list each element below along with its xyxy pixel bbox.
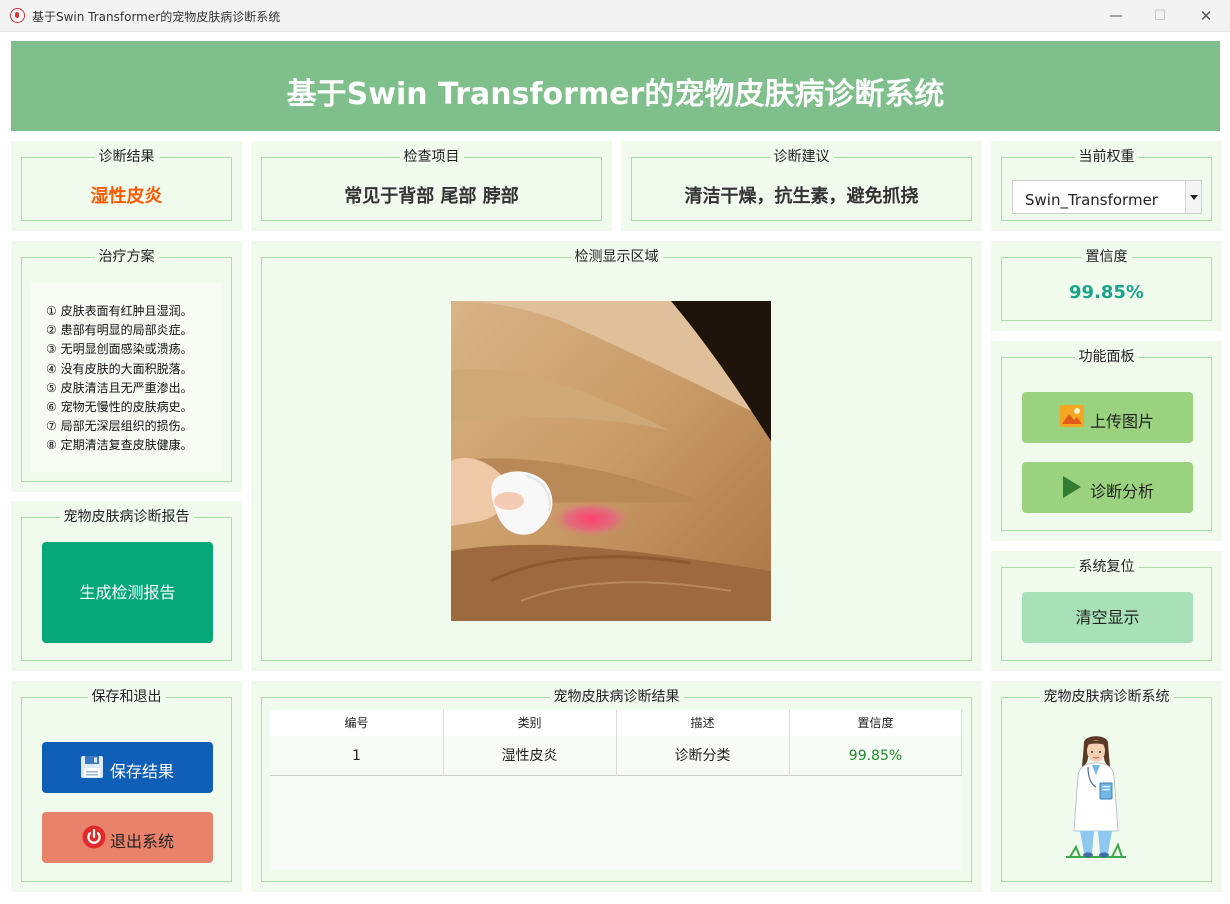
detect-title: 检测显示区域	[570, 249, 663, 265]
row-description-cell: 诊断分类	[674, 748, 731, 764]
mascot-title: 宠物皮肤病诊断系统	[1039, 689, 1174, 705]
treatment-item: ⑤ 皮肤清洁且无严重渗出。	[46, 380, 193, 395]
results-table[interactable]: 编号 类别 描述 置信度 1 湿性皮炎 诊断分类 99.85%	[270, 710, 962, 870]
treatment-item: ⑥ 宠物无慢性的皮肤病史。	[46, 400, 193, 415]
confidence-group: 置信度 99.85%	[1001, 249, 1212, 321]
floppy-disk-icon	[81, 756, 103, 778]
column-divider	[616, 710, 617, 776]
treatment-group: 治疗方案 ① 皮肤表面有红肿且湿润。 ② 患部有明显的局部炎症。 ③ 无明显创面…	[21, 249, 232, 482]
treatment-title: 治疗方案	[94, 249, 159, 265]
result-group: 诊断结果 湿性皮炎	[21, 149, 232, 221]
diagnose-analyze-button[interactable]: 诊断分析	[1022, 462, 1193, 513]
column-header-confidence[interactable]: 置信度	[789, 710, 962, 736]
treatment-list: ① 皮肤表面有红肿且湿润。 ② 患部有明显的局部炎症。 ③ 无明显创面感染或溃疡…	[31, 282, 221, 456]
result-title: 诊断结果	[94, 149, 159, 165]
save-exit-title: 保存和退出	[87, 689, 166, 705]
functions-title: 功能面板	[1074, 349, 1139, 365]
pet-skin-image	[451, 301, 771, 621]
chevron-down-icon[interactable]	[1185, 181, 1201, 213]
reset-panel: 系统复位 清空显示	[991, 551, 1222, 671]
upload-image-button[interactable]: 上传图片	[1022, 392, 1193, 443]
results-table-title: 宠物皮肤病诊断结果	[549, 689, 684, 705]
weights-selected-value: Swin_Transformer	[1025, 191, 1158, 209]
check-group: 检查项目 常见于背部 尾部 脖部	[261, 149, 602, 221]
advice-title: 诊断建议	[769, 149, 834, 165]
advice-panel: 诊断建议 清洁干燥，抗生素，避免抓挠	[621, 141, 982, 231]
save-result-label: 保存结果	[110, 762, 175, 781]
exit-system-button[interactable]: 退出系统	[42, 812, 213, 863]
app-icon	[10, 8, 25, 23]
treatment-panel: 治疗方案 ① 皮肤表面有红肿且湿润。 ② 患部有明显的局部炎症。 ③ 无明显创面…	[11, 241, 242, 492]
page-title: 基于Swin Transformer的宠物皮肤病诊断系统	[286, 77, 945, 112]
confidence-title: 置信度	[1081, 249, 1132, 265]
weights-group: 当前权重 Swin_Transformer	[1001, 149, 1212, 221]
result-panel: 诊断结果 湿性皮炎	[11, 141, 242, 231]
save-exit-panel: 保存和退出 保存结果 退出系统	[11, 681, 242, 892]
column-divider	[789, 710, 790, 776]
column-divider	[443, 710, 444, 776]
advice-group: 诊断建议 清洁干燥，抗生素，避免抓挠	[631, 149, 972, 221]
advice-value: 清洁干燥，抗生素，避免抓挠	[684, 186, 919, 207]
window-titlebar: 基于Swin Transformer的宠物皮肤病诊断系统 — ☐ ✕	[0, 0, 1230, 32]
report-group: 宠物皮肤病诊断报告 生成检测报告	[21, 509, 232, 661]
play-icon	[1063, 476, 1081, 498]
row-confidence-cell: 99.85%	[848, 748, 903, 764]
row-category-cell: 湿性皮炎	[501, 748, 558, 764]
treatment-item: ④ 没有皮肤的大面积脱落。	[46, 361, 193, 376]
weights-select[interactable]: Swin_Transformer	[1012, 180, 1202, 214]
functions-panel: 功能面板 上传图片 诊断分析	[991, 341, 1222, 541]
report-panel: 宠物皮肤病诊断报告 生成检测报告	[11, 501, 242, 671]
power-icon	[82, 825, 106, 849]
reset-title: 系统复位	[1074, 559, 1139, 575]
functions-group: 功能面板 上传图片 诊断分析	[1001, 349, 1212, 531]
treatment-item: ① 皮肤表面有红肿且湿润。	[46, 304, 193, 318]
weights-panel: 当前权重 Swin_Transformer	[991, 141, 1222, 231]
clear-display-button[interactable]: 清空显示	[1022, 592, 1193, 643]
image-icon	[1060, 405, 1084, 427]
check-title: 检查项目	[399, 149, 464, 165]
row-id-cell: 1	[352, 748, 361, 764]
generate-report-button[interactable]: 生成检测报告	[42, 542, 213, 643]
report-title: 宠物皮肤病诊断报告	[59, 509, 194, 525]
column-header-category[interactable]: 类别	[443, 710, 616, 736]
treatment-item: ② 患部有明显的局部炎症。	[46, 323, 193, 338]
treatment-text-box: ① 皮肤表面有红肿且湿润。 ② 患部有明显的局部炎症。 ③ 无明显创面感染或溃疡…	[31, 282, 221, 472]
column-divider	[961, 710, 962, 776]
confidence-panel: 置信度 99.85%	[991, 241, 1222, 331]
column-header-id[interactable]: 编号	[270, 710, 443, 736]
confidence-value: 99.85%	[1069, 282, 1144, 303]
save-exit-group: 保存和退出 保存结果 退出系统	[21, 689, 232, 882]
maximize-button[interactable]: ☐	[1140, 4, 1180, 28]
result-value: 湿性皮炎	[90, 186, 163, 207]
reset-group: 系统复位 清空显示	[1001, 559, 1212, 661]
column-header-description[interactable]: 描述	[616, 710, 789, 736]
header-banner: 基于Swin Transformer的宠物皮肤病诊断系统	[11, 41, 1220, 131]
close-button[interactable]: ✕	[1186, 4, 1226, 28]
upload-image-label: 上传图片	[1090, 412, 1155, 431]
minimize-button[interactable]: —	[1096, 4, 1136, 28]
diagnose-analyze-label: 诊断分析	[1090, 482, 1155, 501]
treatment-item: ⑧ 定期清洁复查皮肤健康。	[46, 438, 193, 453]
treatment-item: ③ 无明显创面感染或溃疡。	[46, 342, 193, 357]
window-title: 基于Swin Transformer的宠物皮肤病诊断系统	[32, 10, 281, 24]
check-panel: 检查项目 常见于背部 尾部 脖部	[251, 141, 612, 231]
doctor-mascot-icon	[1066, 736, 1126, 858]
save-result-button[interactable]: 保存结果	[42, 742, 213, 793]
treatment-item: ⑦ 局部无深层组织的损伤。	[46, 419, 193, 434]
weights-title: 当前权重	[1074, 149, 1139, 165]
exit-system-label: 退出系统	[110, 832, 175, 851]
check-value: 常见于背部 尾部 脖部	[344, 186, 519, 207]
